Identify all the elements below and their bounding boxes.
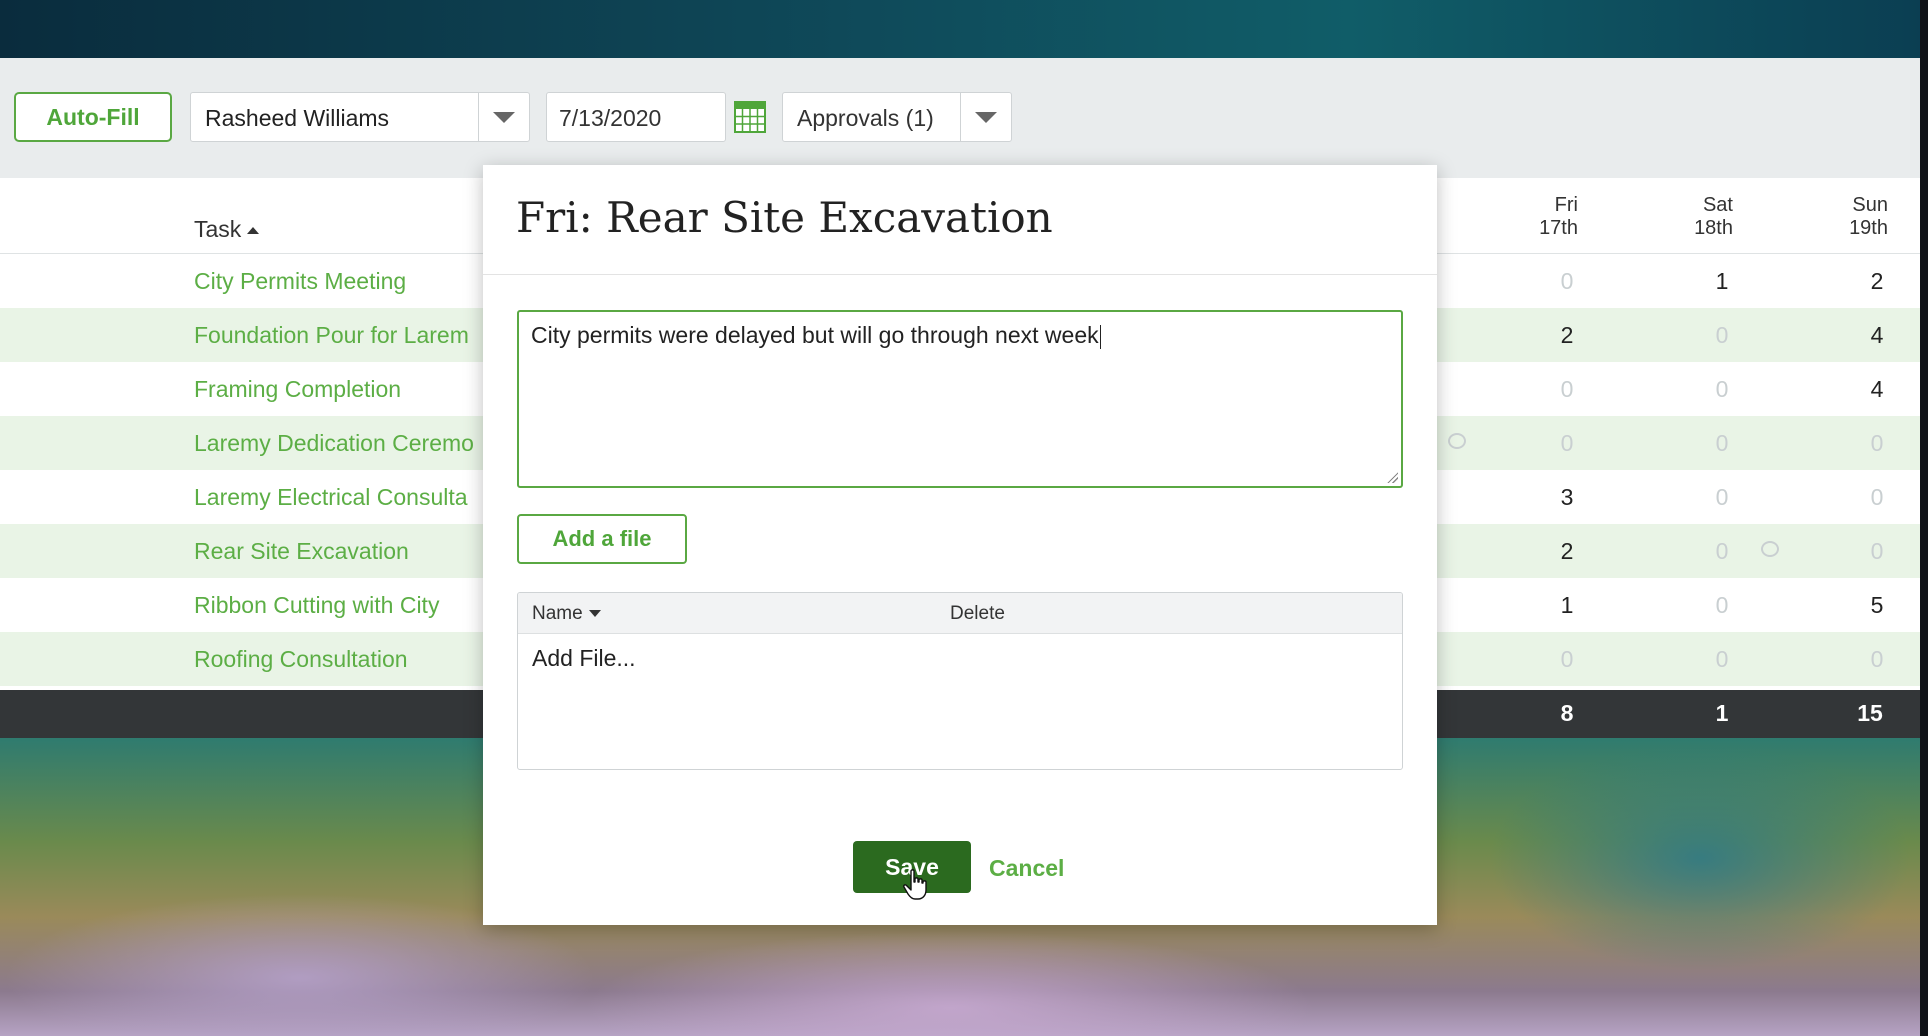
resize-grip-icon[interactable] — [1386, 471, 1398, 483]
day-name: Sat — [1702, 194, 1733, 216]
task-link[interactable]: Roofing Consultation — [194, 646, 408, 673]
hours-cell[interactable]: 0 — [1847, 484, 1907, 511]
hours-cell[interactable]: 0 — [1537, 268, 1597, 295]
hours-cell[interactable]: 0 — [1692, 376, 1752, 403]
task-link[interactable]: City Permits Meeting — [194, 268, 406, 295]
background-top — [0, 0, 1928, 60]
employee-dropdown-button[interactable] — [478, 93, 529, 141]
chevron-down-icon — [975, 111, 997, 123]
name-column-header[interactable]: Name — [532, 603, 601, 625]
chevron-down-icon — [493, 111, 515, 123]
notes-text: City permits were delayed but will go th… — [531, 322, 1099, 348]
hours-cell[interactable]: 4 — [1847, 322, 1907, 349]
task-link[interactable]: Laremy Dedication Ceremo — [194, 430, 474, 457]
approvals-value: Approvals (1) — [797, 105, 934, 131]
task-link[interactable]: Laremy Electrical Consulta — [194, 484, 468, 511]
hand-cursor-icon — [903, 869, 927, 900]
hours-cell[interactable]: 0 — [1692, 322, 1752, 349]
hours-cell[interactable]: 1 — [1692, 268, 1752, 295]
employee-select[interactable]: Rasheed Williams — [190, 92, 530, 142]
sort-ascending-icon — [247, 227, 260, 235]
hours-cell[interactable]: 3 — [1537, 484, 1597, 511]
add-file-link[interactable]: Add File... — [532, 645, 636, 672]
hours-cell[interactable]: 4 — [1847, 376, 1907, 403]
date-value: 7/13/2020 — [559, 105, 662, 131]
hours-cell[interactable]: 2 — [1847, 268, 1907, 295]
day-header-sun: Sun 19th — [1808, 194, 1888, 240]
text-cursor — [1099, 324, 1101, 349]
hours-cell[interactable]: 0 — [1692, 538, 1752, 565]
hours-cell[interactable]: 5 — [1847, 592, 1907, 619]
day-header-fri: Fri 17th — [1498, 194, 1578, 240]
hours-cell[interactable]: 0 — [1692, 592, 1752, 619]
date-input[interactable]: 7/13/2020 — [546, 92, 726, 142]
hours-cell[interactable]: 0 — [1847, 430, 1907, 457]
calendar-icon[interactable] — [734, 101, 766, 133]
hours-cell[interactable]: 0 — [1847, 646, 1907, 673]
hours-cell[interactable]: 0 — [1692, 484, 1752, 511]
task-link[interactable]: Rear Site Excavation — [194, 538, 409, 565]
dialog-title: Fri: Rear Site Excavation — [516, 193, 1053, 242]
cancel-button[interactable]: Cancel — [989, 855, 1064, 882]
employee-select-value: Rasheed Williams — [205, 105, 390, 131]
hours-cell[interactable]: 0 — [1537, 430, 1597, 457]
task-column-header[interactable]: Task — [194, 216, 260, 243]
attachments-table: Name Delete Add File... — [517, 592, 1403, 770]
total-cell: 8 — [1560, 700, 1574, 726]
hours-cell[interactable]: 2 — [1537, 538, 1597, 565]
comment-icon[interactable] — [1448, 433, 1466, 449]
autofill-button[interactable]: Auto-Fill — [14, 92, 172, 142]
approvals-dropdown-button[interactable] — [960, 93, 1011, 141]
day-date: 18th — [1694, 217, 1733, 239]
delete-column-header: Delete — [950, 603, 1005, 624]
hours-cell[interactable]: 0 — [1537, 376, 1597, 403]
hours-cell[interactable]: 0 — [1537, 646, 1597, 673]
approvals-select[interactable]: Approvals (1) — [782, 92, 1012, 142]
note-dialog: Fri: Rear Site Excavation City permits w… — [483, 165, 1437, 925]
name-header-label: Name — [532, 603, 583, 624]
hours-cell[interactable]: 0 — [1692, 646, 1752, 673]
notes-textarea[interactable]: City permits were delayed but will go th… — [517, 310, 1403, 488]
hours-cell[interactable]: 0 — [1692, 430, 1752, 457]
attachments-header: Name Delete — [518, 593, 1402, 634]
task-link[interactable]: Foundation Pour for Larem — [194, 322, 469, 349]
total-cell: 1 — [1715, 700, 1729, 726]
sort-descending-icon — [588, 610, 601, 618]
day-name: Sun — [1852, 194, 1888, 216]
hours-cell[interactable]: 0 — [1847, 538, 1907, 565]
task-header-label: Task — [194, 216, 242, 242]
comment-icon[interactable] — [1761, 541, 1779, 557]
day-header-sat: Sat 18th — [1653, 194, 1733, 240]
task-link[interactable]: Framing Completion — [194, 376, 401, 403]
dialog-divider — [483, 274, 1437, 275]
total-cell: 15 — [1857, 700, 1883, 726]
hours-cell[interactable]: 1 — [1537, 592, 1597, 619]
add-file-button[interactable]: Add a file — [517, 514, 687, 564]
day-date: 17th — [1539, 217, 1578, 239]
hours-cell[interactable]: 2 — [1537, 322, 1597, 349]
task-link[interactable]: Ribbon Cutting with City — [194, 592, 439, 619]
day-date: 19th — [1849, 217, 1888, 239]
toolbar: Auto-Fill Rasheed Williams 7/13/2020 App… — [0, 58, 1920, 178]
day-name: Fri — [1554, 194, 1578, 216]
window-edge — [1920, 0, 1928, 1036]
